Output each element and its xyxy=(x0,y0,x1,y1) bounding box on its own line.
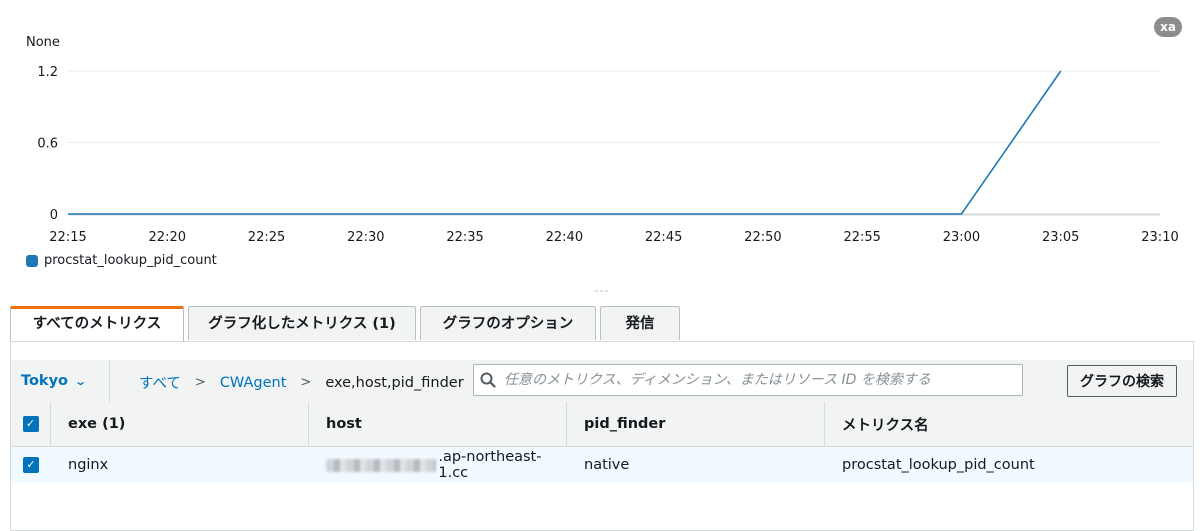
search-input[interactable] xyxy=(502,371,1016,389)
table-row[interactable]: ✓ nginx .ap-northeast-1.cc native procst… xyxy=(11,447,1193,483)
x-tick-label: 22:35 xyxy=(446,230,483,245)
cell-host: .ap-northeast-1.cc xyxy=(309,447,567,483)
x-tick-label: 22:45 xyxy=(645,230,682,245)
x-tick-label: 22:55 xyxy=(843,230,880,245)
header-checkbox-cell: ✓ xyxy=(11,402,51,446)
cell-metric-name[interactable]: procstat_lookup_pid_count xyxy=(825,447,1193,483)
table-header-row: ✓ exe (1) host pid_finder メトリクス名 xyxy=(11,402,1193,447)
graph-search-button[interactable]: グラフの検索 xyxy=(1067,365,1177,397)
column-header-pid-finder[interactable]: pid_finder xyxy=(567,402,825,446)
search-box[interactable] xyxy=(473,364,1023,396)
row-checkbox[interactable]: ✓ xyxy=(23,457,39,473)
breadcrumb-separator-icon: > xyxy=(194,375,206,390)
row-checkbox-cell: ✓ xyxy=(11,447,51,483)
column-header-metric-name[interactable]: メトリクス名 xyxy=(825,402,1193,446)
line-chart: None 0 0.6 1.2 22:15 22:20 22:25 22:30 22:35 22:4… xyxy=(26,35,1179,245)
y-tick-label: 1.2 xyxy=(37,65,58,80)
cell-host-text: .ap-northeast-1.cc xyxy=(438,449,542,481)
y-tick-label: 0 xyxy=(50,208,58,223)
y-axis-label: None xyxy=(26,35,60,50)
x-tick-label: 22:20 xyxy=(149,230,186,245)
x-tick-label: 22:30 xyxy=(347,230,384,245)
x-tick-label: 23:05 xyxy=(1042,230,1079,245)
legend-swatch xyxy=(26,254,38,267)
filter-bar: Tokyo ⌄ すべて > CWAgent > exe,host,pid_fin… xyxy=(11,360,1193,403)
chevron-down-icon: ⌄ xyxy=(74,374,88,388)
tab-graphed-metrics[interactable]: グラフ化したメトリクス (1) xyxy=(188,306,416,340)
metrics-table: ✓ exe (1) host pid_finder メトリクス名 ✓ nginx… xyxy=(11,402,1193,483)
region-selector[interactable]: Tokyo ⌄ xyxy=(21,373,88,389)
column-header-exe[interactable]: exe (1) xyxy=(51,402,309,446)
breadcrumb: すべて > CWAgent > exe,host,pid_finder xyxy=(139,372,464,393)
divider xyxy=(109,360,110,402)
tab-graph-options[interactable]: グラフのオプション xyxy=(420,306,596,340)
region-label: Tokyo xyxy=(21,373,68,389)
cell-pid-finder: native xyxy=(584,457,630,473)
y-tick-label: 0.6 xyxy=(37,137,58,152)
x-tick-label: 22:50 xyxy=(744,230,781,245)
breadcrumb-current: exe,host,pid_finder xyxy=(325,374,464,391)
redacted-hostname xyxy=(326,458,437,472)
x-tick-label: 22:15 xyxy=(49,230,86,245)
search-icon xyxy=(474,372,502,388)
metrics-panel: Tokyo ⌄ すべて > CWAgent > exe,host,pid_fin… xyxy=(10,341,1194,531)
metrics-tabs: すべてのメトリクス グラフ化したメトリクス (1) グラフのオプション 発信元 xyxy=(10,306,680,366)
select-all-checkbox[interactable]: ✓ xyxy=(22,416,39,432)
x-tick-label: 22:40 xyxy=(546,230,583,245)
x-tick-label: 23:00 xyxy=(943,230,980,245)
x-tick-label: 23:10 xyxy=(1141,230,1178,245)
metric-chart: None 0 0.6 1.2 22:15 22:20 22:25 22:30 22:35 22:4… xyxy=(0,0,1200,290)
tab-all-metrics[interactable]: すべてのメトリクス xyxy=(10,306,184,342)
resize-handle[interactable]: --- xyxy=(590,285,614,296)
legend-label: procstat_lookup_pid_count xyxy=(44,253,217,268)
xa-badge[interactable]: xa xyxy=(1154,17,1182,37)
breadcrumb-separator-icon: > xyxy=(300,375,312,390)
cell-exe: nginx xyxy=(68,457,109,473)
breadcrumb-namespace[interactable]: CWAgent xyxy=(220,375,287,391)
breadcrumb-all[interactable]: すべて xyxy=(139,372,181,393)
column-header-host[interactable]: host xyxy=(309,402,567,446)
x-tick-label: 22:25 xyxy=(248,230,285,245)
chart-legend[interactable]: procstat_lookup_pid_count xyxy=(26,253,217,268)
tab-source[interactable]: 発信元 xyxy=(600,306,680,366)
